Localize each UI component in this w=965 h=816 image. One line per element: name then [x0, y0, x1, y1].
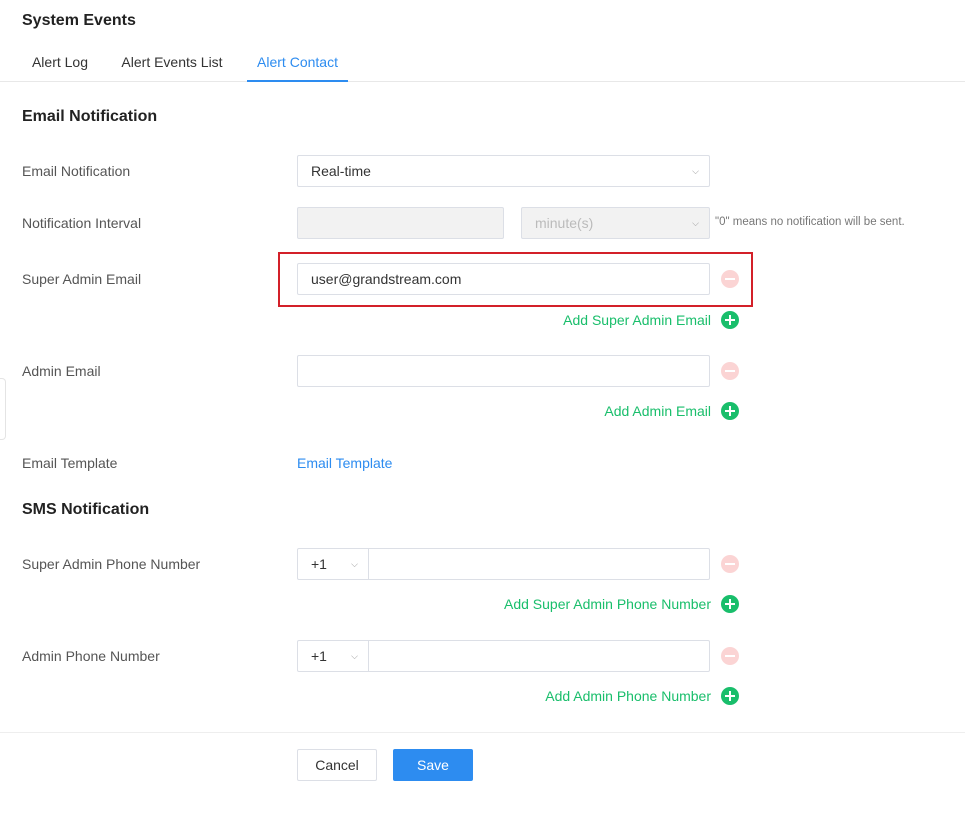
interval-unit-value: minute(s): [535, 215, 594, 231]
admin-phone-input[interactable]: [370, 641, 709, 671]
admin-email-input[interactable]: [297, 355, 710, 387]
add-circle-icon: [721, 311, 739, 329]
super-admin-phone-field: +1 ⌵: [297, 548, 710, 580]
admin-country-code-select[interactable]: +1 ⌵: [298, 641, 369, 671]
admin-email-label: Admin Email: [22, 363, 101, 379]
add-super-admin-phone-label: Add Super Admin Phone Number: [503, 596, 711, 612]
email-notification-select[interactable]: Real-time ⌵: [297, 155, 710, 187]
super-admin-phone-input[interactable]: [370, 549, 709, 579]
add-admin-phone-button[interactable]: Add Admin Phone Number: [440, 686, 739, 706]
email-template-label: Email Template: [22, 455, 118, 471]
sms-section-title: SMS Notification: [22, 501, 150, 518]
page-title: System Events: [22, 12, 136, 29]
notification-interval-label: Notification Interval: [22, 215, 142, 231]
super-admin-email-label: Super Admin Email: [22, 271, 142, 287]
admin-phone-label: Admin Phone Number: [22, 648, 160, 664]
add-super-admin-email-button[interactable]: Add Super Admin Email: [480, 310, 739, 330]
tab-alert-log[interactable]: Alert Log: [30, 44, 90, 82]
remove-circle-icon[interactable]: [721, 647, 739, 665]
email-section-title: Email Notification: [22, 108, 158, 125]
save-button[interactable]: Save: [393, 749, 473, 781]
cancel-button[interactable]: Cancel: [297, 749, 377, 781]
email-notification-label: Email Notification: [22, 163, 131, 179]
email-notification-value: Real-time: [311, 163, 371, 179]
tab-alert-events-list[interactable]: Alert Events List: [118, 44, 226, 82]
add-circle-icon: [721, 595, 739, 613]
remove-circle-icon[interactable]: [721, 362, 739, 380]
add-circle-icon: [721, 687, 739, 705]
chevron-down-icon: ⌵: [692, 218, 699, 228]
super-admin-country-code-value: +1: [311, 556, 327, 572]
tab-bar: Alert Log Alert Events List Alert Contac…: [0, 44, 965, 82]
chevron-down-icon: ⌵: [692, 166, 699, 176]
interval-hint: "0" means no notification will be sent.: [715, 216, 905, 228]
tab-alert-contact[interactable]: Alert Contact: [247, 44, 348, 82]
footer-divider: [0, 732, 965, 733]
add-admin-email-button[interactable]: Add Admin Email: [480, 401, 739, 421]
add-admin-email-label: Add Admin Email: [604, 403, 711, 419]
email-template-link[interactable]: Email Template: [297, 455, 392, 471]
add-super-admin-email-label: Add Super Admin Email: [563, 312, 711, 328]
admin-country-code-value: +1: [311, 648, 327, 664]
admin-phone-field: +1 ⌵: [297, 640, 710, 672]
interval-unit-select[interactable]: minute(s) ⌵: [521, 207, 710, 239]
highlight-box: [278, 252, 753, 307]
chevron-down-icon: ⌵: [351, 651, 358, 661]
remove-circle-icon[interactable]: [721, 555, 739, 573]
add-admin-phone-label: Add Admin Phone Number: [545, 688, 711, 704]
chevron-down-icon: ⌵: [351, 559, 358, 569]
add-super-admin-phone-button[interactable]: Add Super Admin Phone Number: [440, 594, 739, 614]
super-admin-country-code-select[interactable]: +1 ⌵: [298, 549, 369, 579]
notification-interval-input[interactable]: [297, 207, 504, 239]
super-admin-phone-label: Super Admin Phone Number: [22, 556, 201, 572]
add-circle-icon: [721, 402, 739, 420]
side-collapse-handle[interactable]: [0, 378, 6, 440]
